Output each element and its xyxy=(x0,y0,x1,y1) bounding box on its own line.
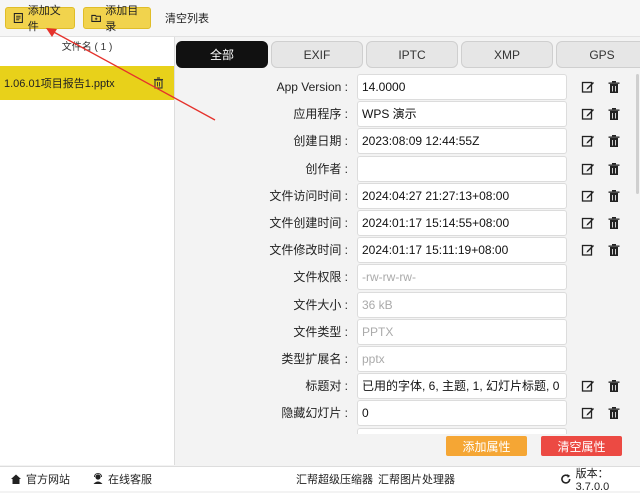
metadata-tabs: 全部 EXIF IPTC XMP GPS xyxy=(176,41,640,68)
tab-iptc[interactable]: IPTC xyxy=(366,41,458,68)
field-value-input[interactable]: 0 xyxy=(357,400,567,426)
tab-all[interactable]: 全部 xyxy=(176,41,268,68)
file-list-item[interactable]: 1.06.01项目报告1.pptx xyxy=(0,66,174,100)
edit-icon[interactable] xyxy=(581,134,595,148)
clear-property-button[interactable]: 清空属性 xyxy=(541,436,622,456)
field-label: 标题对 : xyxy=(305,373,348,400)
metadata-fields: App Version : 14.0000 应用程序 : WPS 演示创建日期 : 20… xyxy=(176,74,640,434)
image-processor-label: 汇帮图片处理器 xyxy=(378,471,455,487)
field-value-input[interactable]: PPTX xyxy=(357,319,567,345)
metadata-row: 文件修改时间 : 2024:01:17 15:11:19+08:00 xyxy=(176,237,640,264)
field-label: 文件大小 : xyxy=(293,292,348,319)
field-label: 隐藏幻灯片 : xyxy=(281,400,348,427)
version-label: 版本：3.7.0.0 xyxy=(576,465,640,493)
website-label: 官方网站 xyxy=(26,471,70,487)
refresh-icon xyxy=(560,473,572,485)
field-label: 文件修改时间 : xyxy=(269,237,348,264)
scrollbar[interactable] xyxy=(636,74,639,194)
add-file-label: 添加文件 xyxy=(28,2,67,34)
field-value-input[interactable]: 2024:01:17 15:14:55+08:00 xyxy=(357,210,567,236)
field-value-input[interactable]: 2024:01:17 15:11:19+08:00 xyxy=(357,237,567,263)
file-add-icon xyxy=(13,12,24,24)
field-label: 文件创建时间 : xyxy=(269,210,348,237)
trash-icon[interactable] xyxy=(607,379,621,393)
trash-icon[interactable] xyxy=(607,216,621,230)
support-label: 在线客服 xyxy=(108,471,152,487)
metadata-row: 创作者 : xyxy=(176,156,640,183)
online-support-link[interactable]: 在线客服 xyxy=(92,467,152,491)
tab-gps[interactable]: GPS xyxy=(556,41,640,68)
edit-icon[interactable] xyxy=(581,189,595,203)
file-list-panel: 文件名 ( 1 ) 1.06.01项目报告1.pptx xyxy=(0,37,175,465)
compressor-link[interactable]: 汇帮超级压缩器 xyxy=(296,467,373,491)
field-label: 创建日期 : xyxy=(293,128,348,155)
edit-icon[interactable] xyxy=(581,243,595,257)
file-list-header: 文件名 ( 1 ) xyxy=(0,37,174,59)
trash-icon[interactable] xyxy=(607,162,621,176)
home-icon xyxy=(10,473,22,485)
field-label: 应用程序 : xyxy=(293,101,348,128)
trash-icon[interactable] xyxy=(607,406,621,420)
metadata-row: App Version : 14.0000 xyxy=(176,74,640,101)
metadata-row: 文件创建时间 : 2024:01:17 15:14:55+08:00 xyxy=(176,210,640,237)
metadata-row: 文件访问时间 : 2024:04:27 21:27:13+08:00 xyxy=(176,183,640,210)
field-label: 文件访问时间 : xyxy=(269,183,348,210)
edit-icon[interactable] xyxy=(581,107,595,121)
field-value-input[interactable]: 14.0000 xyxy=(357,74,567,100)
trash-icon[interactable] xyxy=(153,77,164,89)
edit-icon[interactable] xyxy=(581,80,595,94)
metadata-row: 隐藏幻灯片 : 0 xyxy=(176,400,640,427)
metadata-row: 应用程序 : WPS 演示 xyxy=(176,101,640,128)
clear-list-label: 清空列表 xyxy=(165,10,209,26)
official-website-link[interactable]: 官方网站 xyxy=(10,467,70,491)
metadata-row: 类型扩展名 : pptx xyxy=(176,346,640,373)
edit-icon[interactable] xyxy=(581,406,595,420)
file-name: 1.06.01项目报告1.pptx xyxy=(4,75,115,91)
trash-icon[interactable] xyxy=(607,243,621,257)
metadata-row: 文件权限 : -rw-rw-rw- xyxy=(176,264,640,291)
field-label: Hyperlinks Changed : xyxy=(233,428,348,434)
trash-icon[interactable] xyxy=(607,107,621,121)
clear-list-button[interactable]: 清空列表 xyxy=(158,7,216,29)
trash-icon[interactable] xyxy=(607,134,621,148)
toolbar: 添加文件 添加目录 清空列表 xyxy=(0,0,640,37)
metadata-row: 文件类型 : PPTX xyxy=(176,319,640,346)
trash-icon[interactable] xyxy=(607,189,621,203)
field-value-input[interactable]: 已用的字体, 6, 主题, 1, 幻灯片标题, 0 xyxy=(357,373,567,399)
field-value-input[interactable]: 2023:08:09 12:44:55Z xyxy=(357,128,567,154)
image-processor-link[interactable]: 汇帮图片处理器 xyxy=(378,467,455,491)
field-value-input[interactable] xyxy=(357,156,567,182)
field-label: 文件权限 : xyxy=(293,264,348,291)
field-label: App Version : xyxy=(277,74,348,101)
add-directory-button[interactable]: 添加目录 xyxy=(83,7,151,29)
metadata-row: Hyperlinks Changed : No xyxy=(176,428,640,434)
field-label: 类型扩展名 : xyxy=(281,346,348,373)
folder-add-icon xyxy=(91,12,101,24)
edit-icon[interactable] xyxy=(581,379,595,393)
footer: 官方网站 在线客服 汇帮超级压缩器 汇帮图片处理器 版本：3.7.0.0 xyxy=(0,466,640,491)
add-directory-label: 添加目录 xyxy=(105,2,143,34)
metadata-row: 文件大小 : 36 kB xyxy=(176,292,640,319)
edit-icon[interactable] xyxy=(581,162,595,176)
tab-exif[interactable]: EXIF xyxy=(271,41,363,68)
field-value-input[interactable]: 36 kB xyxy=(357,292,567,318)
field-value-input[interactable]: 2024:04:27 21:27:13+08:00 xyxy=(357,183,567,209)
add-property-button[interactable]: 添加属性 xyxy=(446,436,527,456)
field-label: 文件类型 : xyxy=(293,319,348,346)
metadata-row: 创建日期 : 2023:08:09 12:44:55Z xyxy=(176,128,640,155)
field-value-input[interactable]: -rw-rw-rw- xyxy=(357,264,567,290)
edit-icon[interactable] xyxy=(581,216,595,230)
field-label: 创作者 : xyxy=(305,156,348,183)
metadata-row: 标题对 : 已用的字体, 6, 主题, 1, 幻灯片标题, 0 xyxy=(176,373,640,400)
trash-icon[interactable] xyxy=(607,80,621,94)
field-value-input[interactable]: No xyxy=(357,428,567,434)
tab-xmp[interactable]: XMP xyxy=(461,41,553,68)
compressor-label: 汇帮超级压缩器 xyxy=(296,471,373,487)
support-agent-icon xyxy=(92,473,104,485)
field-value-input[interactable]: WPS 演示 xyxy=(357,101,567,127)
field-value-input[interactable]: pptx xyxy=(357,346,567,372)
version-info[interactable]: 版本：3.7.0.0 xyxy=(560,467,640,491)
add-file-button[interactable]: 添加文件 xyxy=(5,7,75,29)
